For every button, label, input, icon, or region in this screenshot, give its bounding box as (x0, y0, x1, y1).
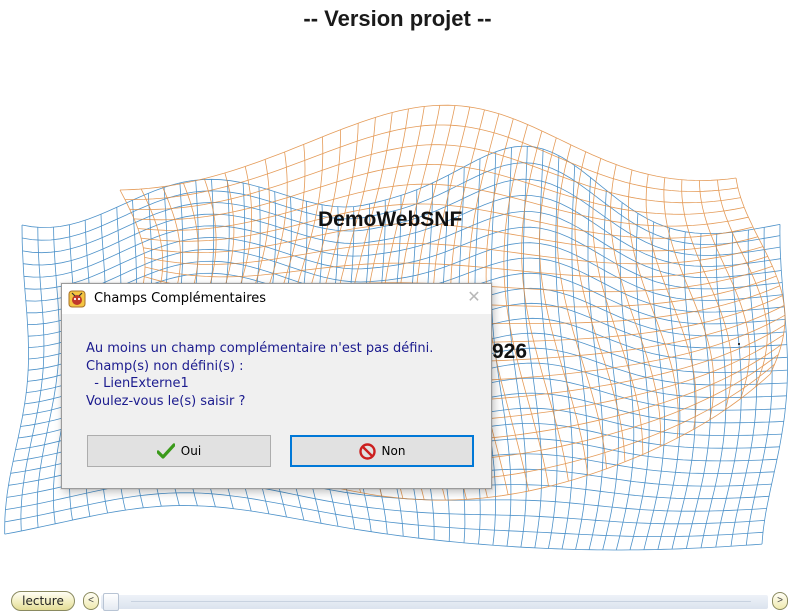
slider-track-line (131, 601, 751, 602)
mesh-line (20, 227, 45, 531)
message-line: - LienExterne1 (86, 376, 189, 391)
playback-bar: lecture < > (0, 585, 795, 615)
lecture-button[interactable]: lecture (11, 591, 75, 611)
close-icon[interactable]: ✕ (465, 289, 483, 307)
check-icon (156, 443, 175, 459)
mesh-line (571, 165, 589, 550)
message-line: Voulez-vous le(s) saisir ? (86, 393, 246, 409)
no-entry-icon (358, 442, 376, 460)
app-bug-icon (68, 290, 86, 308)
next-arrow-button[interactable]: > (772, 592, 788, 610)
slider-thumb[interactable] (103, 593, 119, 611)
version-label: 926 (492, 340, 528, 363)
dialog-titlebar[interactable]: Champs Complémentaires ✕ (62, 284, 491, 314)
non-label: Non (381, 444, 406, 458)
oui-button[interactable]: Oui (87, 435, 271, 467)
mesh-line (125, 124, 738, 201)
message-line: Champ(s) non défini(s) : (86, 358, 244, 374)
message-line: Au moins un champ complémentaire n'est p… (86, 341, 434, 356)
dialog-title: Champs Complémentaires (94, 291, 267, 306)
champs-complementaires-dialog: Champs Complémentaires ✕ Au moins un cha… (61, 283, 492, 489)
mesh-line (119, 104, 737, 191)
mesh-line (4, 505, 763, 551)
non-button[interactable]: Non (290, 435, 474, 467)
position-slider[interactable] (101, 593, 768, 611)
mesh-line (4, 224, 29, 535)
previous-arrow-button[interactable]: < (83, 592, 99, 610)
dialog-message: Au moins un champ complémentaire n'est p… (86, 340, 433, 410)
app-name-label: DemoWebSNF (318, 208, 463, 231)
mesh-line (36, 227, 60, 528)
mesh-line (144, 256, 768, 278)
mesh-line (129, 144, 741, 211)
mesh-line (671, 231, 696, 550)
dot-mark (738, 343, 740, 345)
oui-label: Oui (180, 444, 202, 458)
mesh-line (686, 233, 711, 549)
